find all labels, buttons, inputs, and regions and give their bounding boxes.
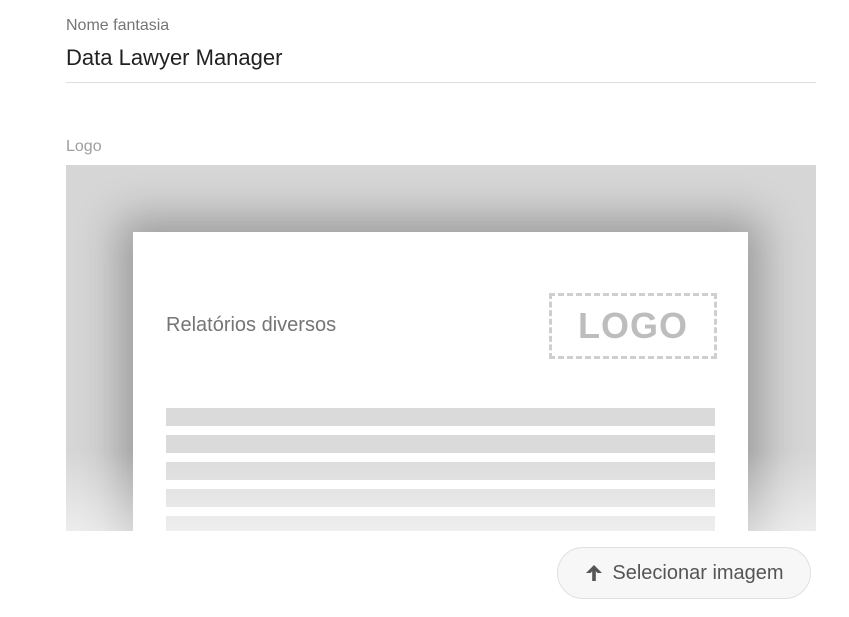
placeholder-text-line — [166, 489, 715, 507]
arrow-up-icon — [584, 563, 604, 583]
select-image-label: Selecionar imagem — [612, 561, 784, 584]
nome-fantasia-label: Nome fantasia — [66, 17, 170, 34]
logo-label: Logo — [66, 138, 102, 155]
logo-preview: Relatórios diversos LOGO — [66, 165, 816, 531]
logo-placeholder-text: LOGO — [578, 305, 688, 346]
select-image-button[interactable]: Selecionar imagem — [557, 547, 811, 599]
placeholder-text-line — [166, 435, 715, 453]
placeholder-text-line — [166, 516, 715, 531]
placeholder-text-line — [166, 462, 715, 480]
field-underline — [66, 82, 816, 83]
placeholder-text-line — [166, 408, 715, 426]
nome-fantasia-field[interactable]: Nome fantasia Data Lawyer Manager — [66, 16, 816, 83]
logo-placeholder: LOGO — [549, 293, 717, 359]
report-title: Relatórios diversos — [166, 314, 337, 336]
nome-fantasia-input[interactable]: Data Lawyer Manager — [66, 44, 816, 72]
report-paper-preview: Relatórios diversos LOGO — [133, 232, 748, 531]
